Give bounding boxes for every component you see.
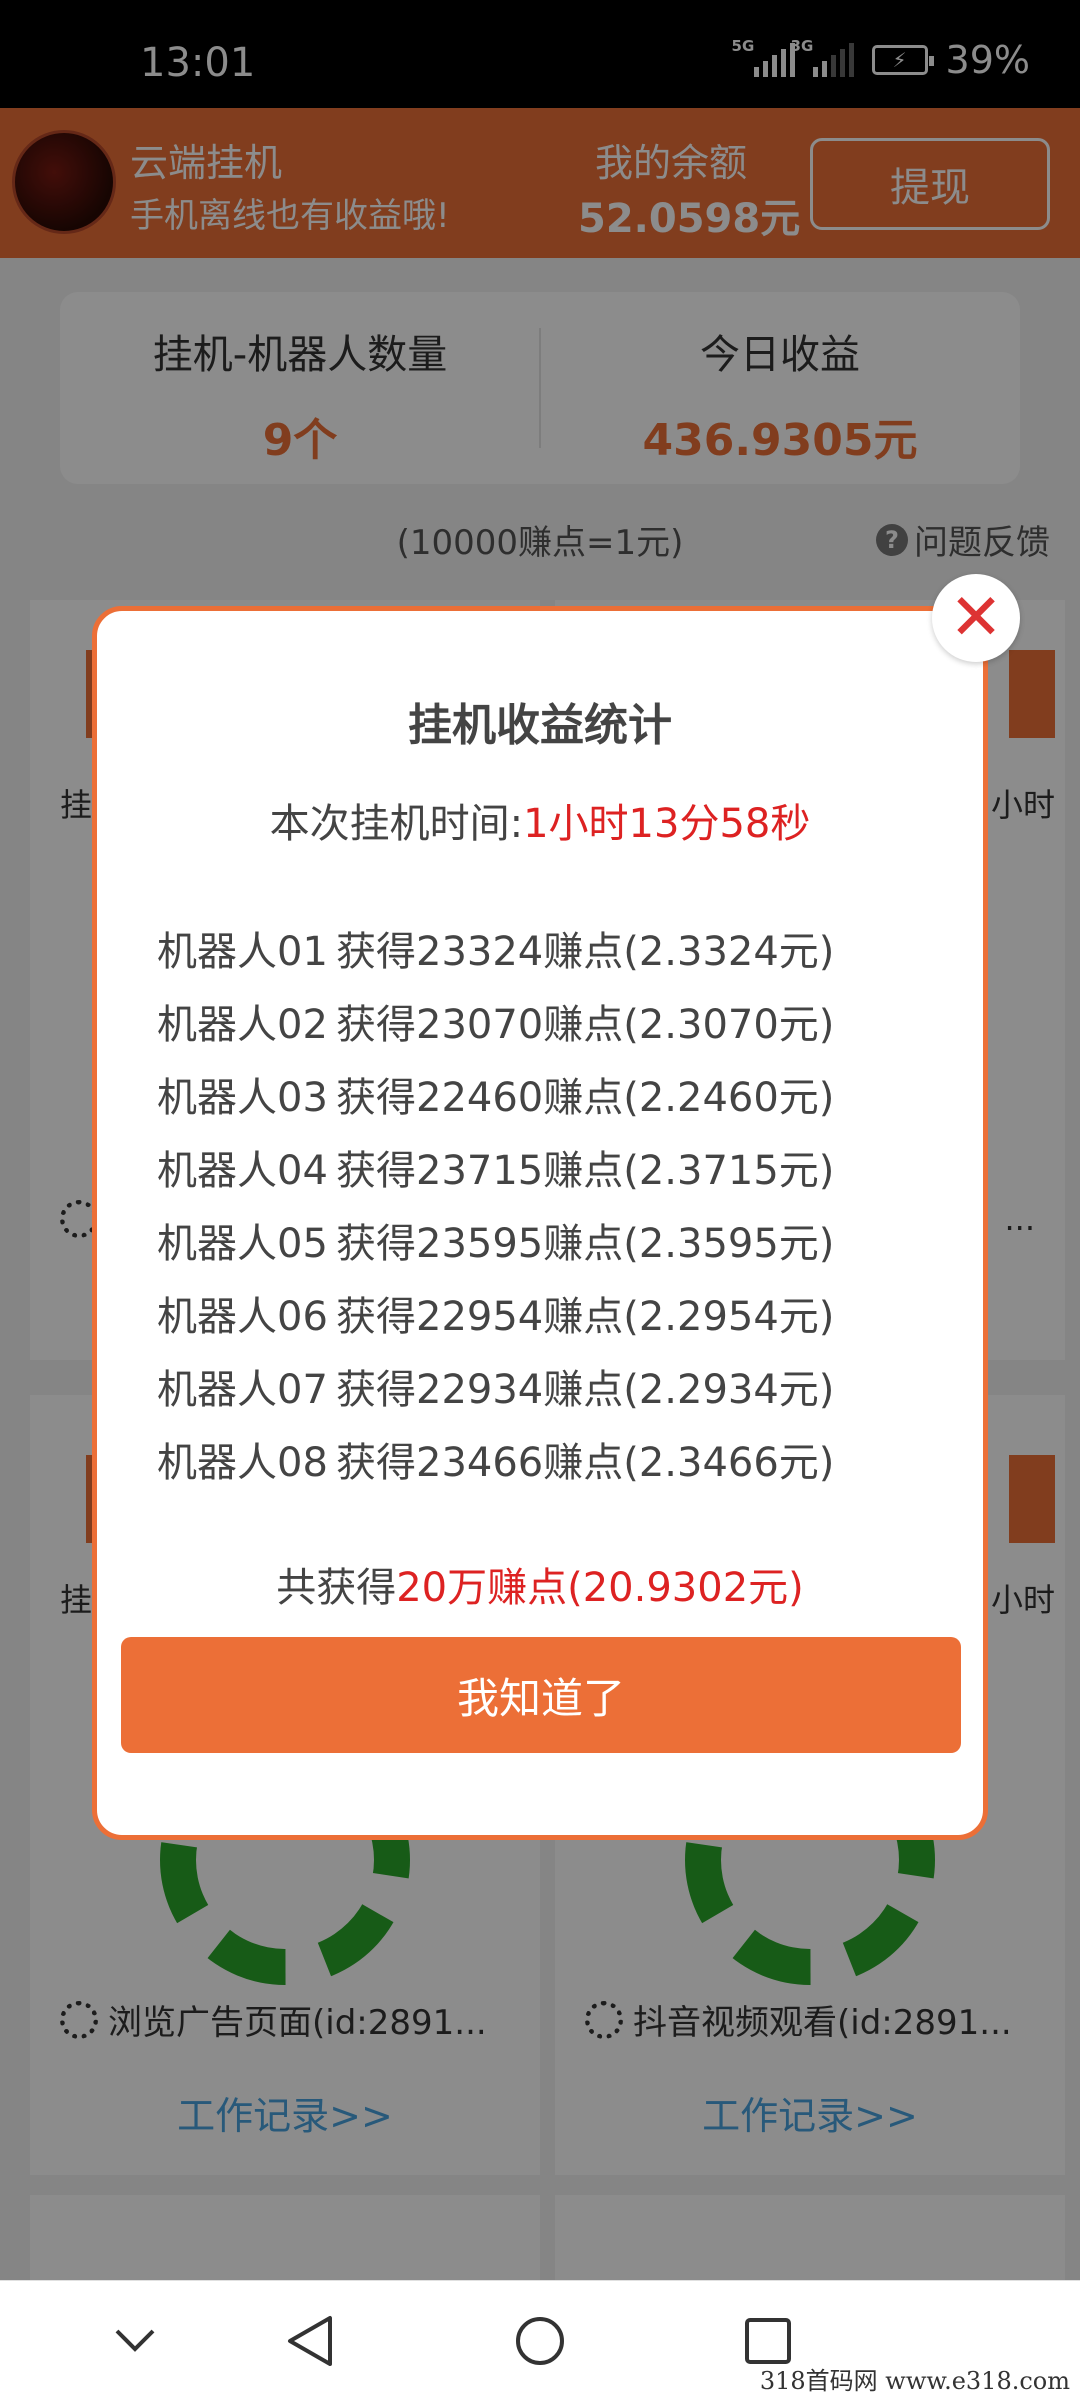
total-earnings: 共获得20万赚点(20.9302元): [276, 1565, 804, 1611]
session-time: 本次挂机时间:1小时13分58秒: [97, 791, 983, 849]
robot-name: 机器人06: [157, 1293, 328, 1340]
dialog-title: 挂机收益统计: [408, 700, 672, 751]
total-earnings-value: 20万赚点(20.9302元): [396, 1565, 804, 1611]
robot-earning: 获得23715赚点(2.3715元): [336, 1147, 835, 1194]
robot-name: 机器人02: [157, 1001, 328, 1048]
watermark: 318首码网 www.e318.com: [759, 2367, 1070, 2395]
robot-earnings-row: 机器人05 获得23595赚点(2.3595元): [97, 1203, 983, 1276]
robot-earning: 获得23466赚点(2.3466元): [336, 1439, 835, 1486]
close-icon[interactable]: ✕: [932, 574, 1020, 662]
earnings-dialog: 挂机收益统计 本次挂机时间:1小时13分58秒 机器人01 获得23324赚点(2…: [92, 606, 988, 1840]
robot-earning: 获得23324赚点(2.3324元): [336, 928, 835, 975]
robot-earnings-row: 机器人07 获得22934赚点(2.2934元): [97, 1349, 983, 1422]
robot-name: 机器人08: [157, 1439, 328, 1486]
home-icon[interactable]: [510, 2311, 570, 2371]
robot-earnings-row: 机器人03 获得22460赚点(2.2460元): [97, 1057, 983, 1130]
robot-name: 机器人04: [157, 1147, 328, 1194]
robot-name: 机器人05: [157, 1220, 328, 1267]
robot-name: 机器人03: [157, 1074, 328, 1121]
robot-name: 机器人01: [157, 928, 328, 975]
back-icon[interactable]: [280, 2311, 340, 2371]
robot-earning: 获得23070赚点(2.3070元): [336, 1001, 835, 1048]
robot-earnings-row: 机器人06 获得22954赚点(2.2954元): [97, 1276, 983, 1349]
robot-earning: 获得22460赚点(2.2460元): [336, 1074, 835, 1121]
robot-earnings-row: 机器人08 获得23466赚点(2.3466元): [97, 1422, 983, 1495]
robot-earning: 获得22954赚点(2.2954元): [336, 1293, 835, 1340]
system-nav-bar: 318首码网 www.e318.com: [0, 2280, 1080, 2400]
acknowledge-button[interactable]: 我知道了: [121, 1637, 961, 1753]
robot-earnings-row: 机器人02 获得23070赚点(2.3070元): [97, 984, 983, 1057]
robot-earnings-row: 机器人04 获得23715赚点(2.3715元): [97, 1130, 983, 1203]
chevron-down-icon[interactable]: [105, 2311, 165, 2371]
robot-earnings-row: 机器人01 获得23324赚点(2.3324元): [97, 911, 983, 984]
session-time-label: 本次挂机时间:: [269, 801, 524, 847]
session-time-value: 1小时13分58秒: [523, 801, 811, 847]
robot-earning: 获得23595赚点(2.3595元): [336, 1220, 835, 1267]
robot-name: 机器人07: [157, 1366, 328, 1413]
robot-earning: 获得22934赚点(2.2934元): [336, 1366, 835, 1413]
robot-earnings-list[interactable]: 机器人01 获得23324赚点(2.3324元) 机器人02 获得23070赚点(2.…: [97, 911, 983, 1527]
